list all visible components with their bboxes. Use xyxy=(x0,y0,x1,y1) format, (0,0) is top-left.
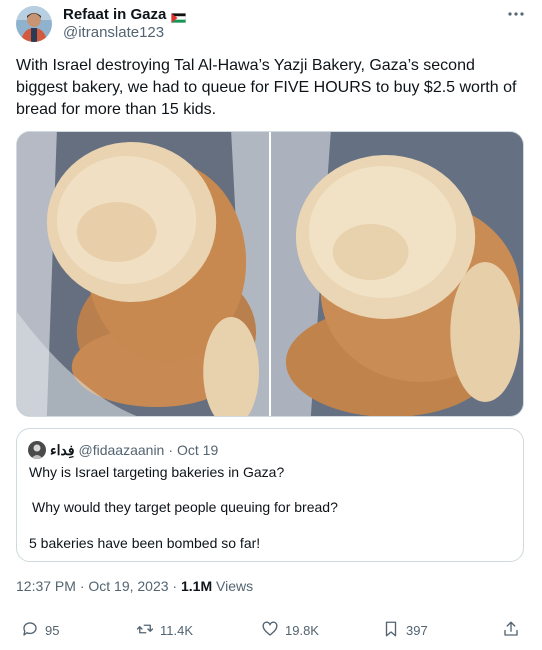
author-name-row: Refaat in Gaza xyxy=(63,6,187,23)
reply-button[interactable]: 95 xyxy=(21,620,59,641)
reply-count: 95 xyxy=(45,623,60,638)
tweet-text: With Israel destroying Tal Al-Hawa’s Yaz… xyxy=(16,57,517,118)
author-handle[interactable]: @itranslate123 xyxy=(63,24,164,41)
quote-author-handle[interactable]: @fidaazaanin xyxy=(79,442,165,458)
like-button[interactable]: 19.8K xyxy=(261,620,319,641)
views-label: Views xyxy=(212,578,254,594)
flag-icon xyxy=(171,10,187,23)
tweet: Refaat in Gaza @itranslate123 With Israe… xyxy=(0,0,542,650)
quote-text-line-2: Why would they target people queuing for… xyxy=(32,499,338,515)
tweet-meta: 12:37 PM · Oct 19, 2023 · 1.1M Views xyxy=(16,578,253,594)
more-icon[interactable] xyxy=(506,4,526,24)
action-bar: 95 11.4K 19.8K 397 xyxy=(16,620,526,642)
quote-avatar[interactable] xyxy=(28,441,46,459)
quote-author-name[interactable]: فِداء xyxy=(50,442,75,459)
timestamp[interactable]: 12:37 PM · Oct 19, 2023 · xyxy=(16,578,181,594)
reply-icon xyxy=(21,620,39,641)
like-count: 19.8K xyxy=(285,623,319,638)
views-count: 1.1M xyxy=(180,578,213,594)
repost-button[interactable]: 11.4K xyxy=(136,620,193,641)
author-display-name[interactable]: Refaat in Gaza xyxy=(63,6,166,23)
bookmark-button[interactable]: 397 xyxy=(382,620,428,641)
quoted-tweet[interactable]: فِداء @fidaazaanin · Oct 19 Why is Israe… xyxy=(16,428,524,562)
repost-icon xyxy=(136,620,154,641)
share-button[interactable] xyxy=(502,620,520,641)
author-avatar[interactable] xyxy=(16,6,52,42)
repost-count: 11.4K xyxy=(160,623,194,638)
photo-bread-right[interactable] xyxy=(271,132,523,416)
quote-text-line-1: Why is Israel targeting bakeries in Gaza… xyxy=(29,464,285,480)
quote-separator: · xyxy=(168,442,174,458)
bookmark-icon xyxy=(382,620,400,641)
share-icon xyxy=(502,620,520,641)
quote-text-line-3: 5 bakeries have been bombed so far! xyxy=(29,535,261,551)
quote-date[interactable]: Oct 19 xyxy=(177,442,218,458)
like-icon xyxy=(261,620,279,641)
photo-bread-left[interactable] xyxy=(17,132,269,416)
media-grid xyxy=(16,131,524,417)
bookmark-count: 397 xyxy=(406,623,428,638)
quote-header: فِداء @fidaazaanin · Oct 19 xyxy=(28,441,218,459)
